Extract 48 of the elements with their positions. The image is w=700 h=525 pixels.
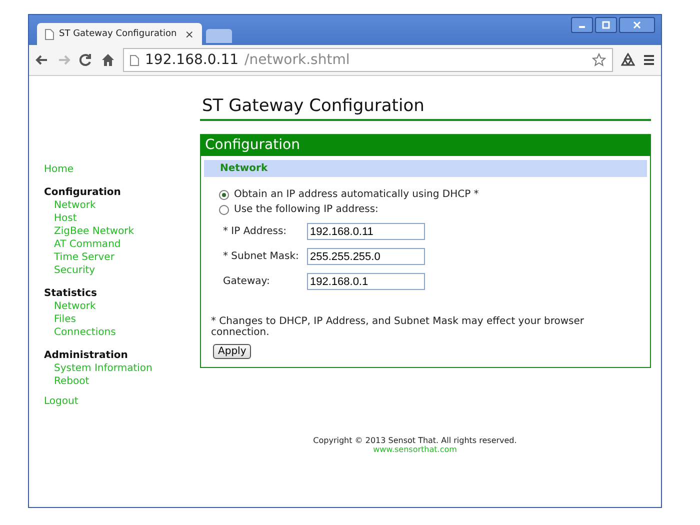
- panel-title: Configuration: [201, 135, 650, 156]
- input-field[interactable]: 255.255.255.0: [307, 248, 425, 265]
- input-field[interactable]: 192.168.0.1: [307, 273, 425, 290]
- page-title: ST Gateway Configuration: [200, 96, 651, 121]
- back-icon[interactable]: [35, 53, 49, 67]
- note-text: * Changes to DHCP, IP Address, and Subnet Mask may effect your browser connection.: [211, 316, 585, 338]
- nav-link[interactable]: Host: [44, 212, 200, 225]
- radio-button[interactable]: [219, 190, 229, 200]
- menu-icon[interactable]: [643, 54, 655, 66]
- input-field[interactable]: 192.168.0.11: [307, 223, 425, 240]
- nav-heading: Statistics: [44, 287, 98, 300]
- section-header: Network: [204, 160, 647, 177]
- apply-button[interactable]: Apply: [213, 344, 252, 359]
- nav-link[interactable]: Security: [44, 264, 200, 277]
- nav-link[interactable]: Reboot: [44, 375, 200, 388]
- maximize-icon: [602, 21, 610, 29]
- nav-link[interactable]: Files: [44, 313, 200, 326]
- nav-link[interactable]: Logout: [44, 395, 200, 408]
- close-tab-button[interactable]: ×: [184, 28, 194, 40]
- nav-link[interactable]: AT Command: [44, 238, 200, 251]
- close-button[interactable]: [619, 17, 655, 33]
- radio-label: Use the following IP address:: [234, 204, 378, 215]
- nav-link[interactable]: System Information: [44, 362, 200, 375]
- copyright-text: Copyright © 2013 Sensot That. All rights reserved.: [313, 436, 517, 445]
- nav-link[interactable]: Network: [44, 199, 200, 212]
- website-link[interactable]: www.sensorthat.com: [373, 445, 457, 454]
- nav-link[interactable]: Home: [44, 163, 200, 176]
- nav-link[interactable]: Network: [44, 300, 200, 313]
- maximize-button[interactable]: [595, 17, 617, 33]
- nav-link[interactable]: Time Server: [44, 251, 200, 264]
- minimize-button[interactable]: [571, 17, 593, 33]
- nav-link[interactable]: Connections: [44, 326, 200, 339]
- address-bar[interactable]: 192.168.0.11 /network.shtml: [123, 48, 613, 72]
- nav-heading: Configuration: [44, 186, 122, 199]
- home-icon[interactable]: [101, 53, 115, 67]
- page-icon: [45, 28, 54, 40]
- radio-label: Obtain an IP address automatically using DHCP *: [234, 189, 479, 200]
- page-icon: [130, 54, 139, 66]
- star-icon[interactable]: [592, 53, 606, 67]
- reload-icon[interactable]: [79, 53, 93, 67]
- field-label: * IP Address:: [223, 226, 288, 237]
- nav-link[interactable]: ZigBee Network: [44, 225, 200, 238]
- field-label: Gateway:: [223, 276, 271, 287]
- nav-heading: Administration: [44, 349, 129, 362]
- field-label: * Subnet Mask:: [223, 251, 300, 262]
- close-icon: [633, 21, 641, 29]
- browser-tab[interactable]: ST Gateway Configuration ×: [37, 23, 202, 45]
- radio-button[interactable]: [219, 204, 229, 214]
